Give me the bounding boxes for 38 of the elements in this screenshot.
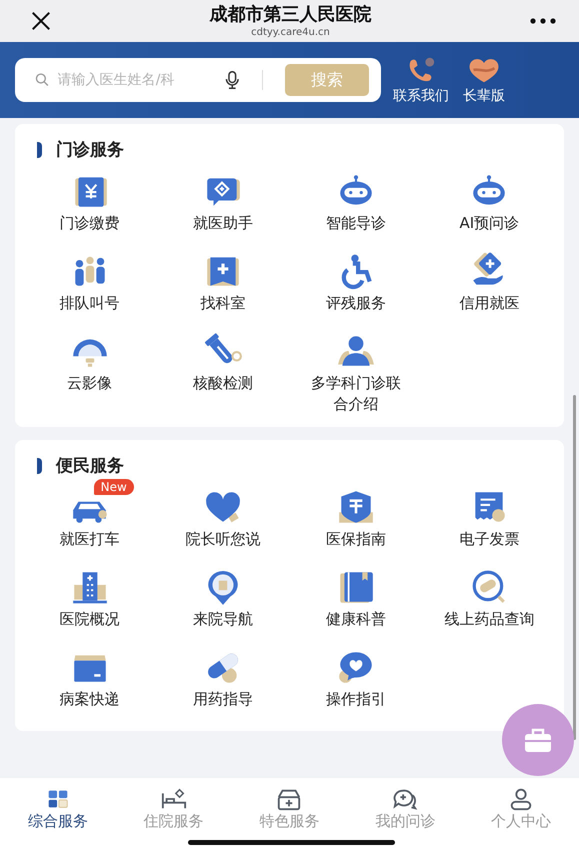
search-icon bbox=[35, 72, 50, 88]
service-label[interactable]: 排队叫号 bbox=[40, 293, 140, 314]
page-title: 成都市第三人民医院 bbox=[210, 4, 372, 26]
service-label[interactable]: 找科室 bbox=[172, 293, 273, 314]
service-label[interactable]: 核酸检测 bbox=[172, 373, 273, 394]
service-label[interactable]: 健康科普 bbox=[306, 609, 406, 630]
service-label[interactable]: 评残服务 bbox=[306, 293, 406, 314]
service-label[interactable]: 操作指引 bbox=[306, 689, 406, 710]
service-label[interactable]: AI预问诊 bbox=[439, 213, 540, 234]
new-badge: New bbox=[94, 479, 134, 495]
service-label[interactable]: 医院概况 bbox=[40, 609, 140, 630]
section-title: 便民服务 bbox=[56, 455, 124, 477]
service-label[interactable]: 线上药品查询 bbox=[439, 609, 540, 630]
service-label[interactable]: 门诊缴费 bbox=[40, 213, 140, 234]
more-icon[interactable] bbox=[529, 17, 557, 25]
service-label[interactable]: 就医打车 bbox=[40, 529, 140, 550]
service-label[interactable]: 就医助手 bbox=[172, 213, 273, 234]
service-label[interactable]: 医保指南 bbox=[306, 529, 406, 550]
service-label[interactable]: 信用就医 bbox=[439, 293, 540, 314]
page-url: cdtyy.care4u.cn bbox=[251, 26, 330, 38]
tab[interactable]: 综合服务 bbox=[0, 778, 116, 855]
section-marker bbox=[37, 458, 42, 474]
service-label[interactable]: 智能导诊 bbox=[306, 213, 406, 234]
service-label[interactable]: 病案快递 bbox=[40, 689, 140, 710]
section-marker bbox=[37, 142, 42, 158]
service-label[interactable]: 云影像 bbox=[40, 373, 140, 394]
service-label[interactable]: 用药指导 bbox=[172, 689, 273, 710]
quick-link[interactable]: 联系我们 bbox=[393, 86, 449, 104]
search-field[interactable]: 请输入医生姓名/科 bbox=[58, 72, 220, 88]
microphone-icon[interactable] bbox=[224, 69, 240, 91]
quick-link[interactable]: 长辈版 bbox=[463, 86, 505, 104]
service-label[interactable]: 院长听您说 bbox=[172, 529, 273, 550]
section-title: 门诊服务 bbox=[56, 139, 124, 161]
service-label[interactable]: 电子发票 bbox=[439, 529, 540, 550]
close-icon[interactable] bbox=[30, 10, 52, 32]
toolbox-icon bbox=[522, 726, 554, 754]
service-label[interactable]: 来院导航 bbox=[172, 609, 273, 630]
service-label[interactable]: 多学科门诊联合介绍 bbox=[306, 373, 406, 415]
